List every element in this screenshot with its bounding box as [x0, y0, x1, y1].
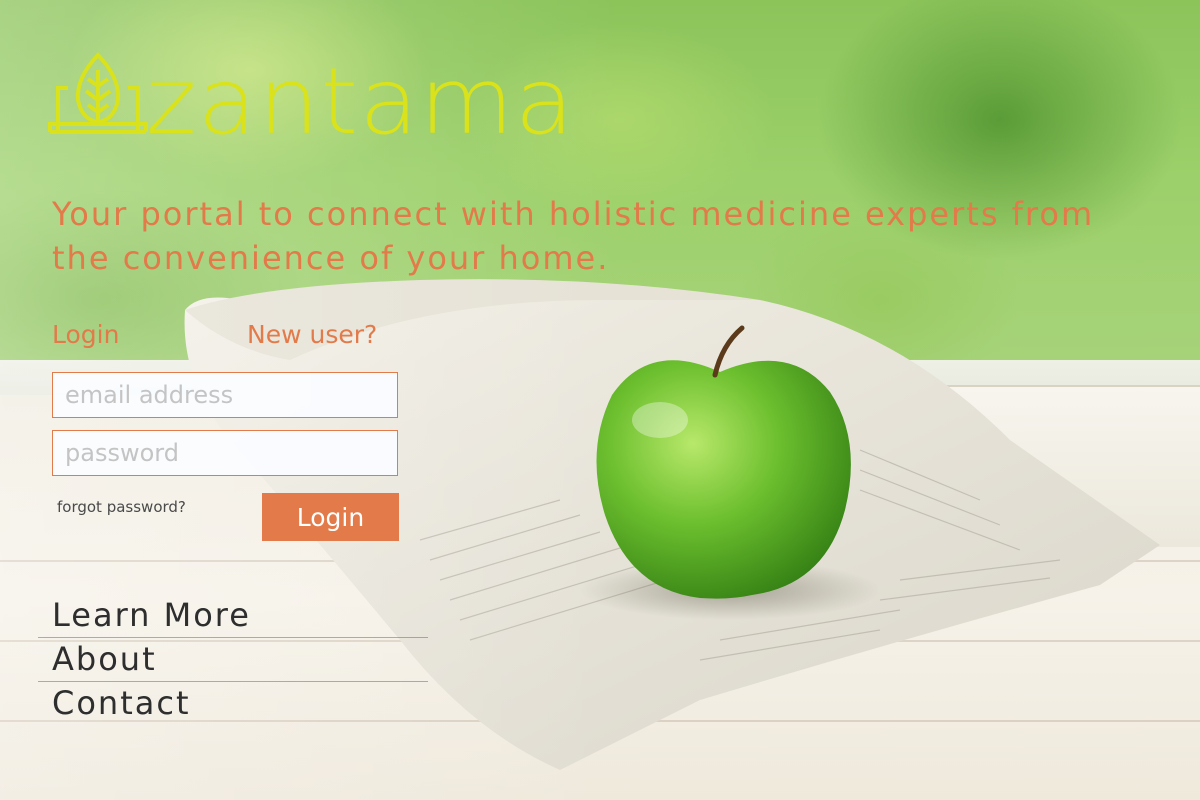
brand-name: zantama — [146, 48, 575, 155]
tagline: Your portal to connect with holistic med… — [52, 195, 1095, 277]
forgot-password-link[interactable]: forgot password? — [57, 498, 186, 516]
login-button[interactable]: Login — [262, 493, 399, 541]
password-field[interactable] — [52, 430, 398, 476]
leaf-house-icon — [48, 52, 148, 134]
apple-highlight — [632, 402, 688, 438]
nav-contact[interactable]: Contact — [38, 682, 428, 725]
nav-learn-more[interactable]: Learn More — [38, 594, 428, 638]
tab-login[interactable]: Login — [52, 320, 119, 349]
email-field[interactable] — [52, 372, 398, 418]
brand-logo[interactable]: zantama — [48, 52, 574, 148]
green-apple — [596, 360, 851, 599]
tab-new-user[interactable]: New user? — [247, 320, 377, 349]
nav-about[interactable]: About — [38, 638, 428, 682]
landing-page: zantama Your portal to connect with holi… — [0, 0, 1200, 800]
footer-nav: Learn More About Contact — [38, 594, 428, 725]
